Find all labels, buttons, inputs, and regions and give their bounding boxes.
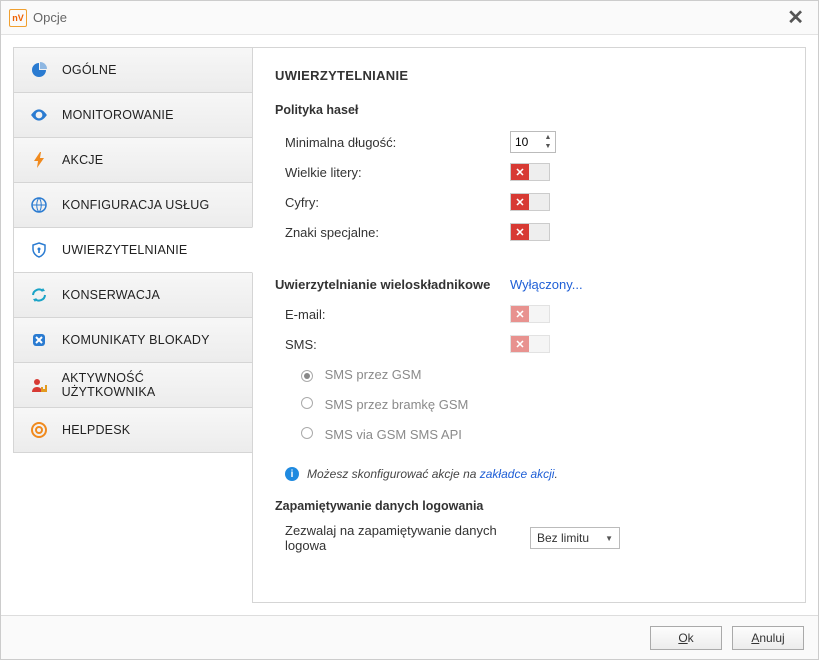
options-dialog: nV Opcje ✕ OGÓLNE MONITOROWANIE	[0, 0, 819, 660]
cycle-icon	[28, 284, 50, 306]
radio-sms-gsm: SMS przez GSM	[275, 367, 510, 382]
sidebar-item-label: UWIERZYTELNIANIE	[62, 243, 187, 257]
sidebar-item-label: AKCJE	[62, 153, 103, 167]
section-mfa: Uwierzytelnianie wieloskładnikowe	[275, 277, 510, 292]
toggle-uppercase[interactable]: ✕	[510, 163, 550, 181]
radio-icon	[301, 370, 313, 382]
mfa-status-link[interactable]: Wyłączony...	[510, 277, 583, 292]
sidebar-item-authentication[interactable]: UWIERZYTELNIANIE	[13, 227, 253, 273]
dropdown-selected: Bez limitu	[537, 531, 589, 545]
label-uppercase: Wielkie litery:	[275, 165, 510, 180]
remember-dropdown[interactable]: Bez limitu ▼	[530, 527, 620, 549]
info-note: i Możesz skonfigurować akcje na zakładce…	[275, 467, 783, 481]
cancel-button[interactable]: Anuluj	[732, 626, 804, 650]
radio-label: SMS przez bramkę GSM	[325, 397, 469, 412]
label-digits: Cyfry:	[275, 195, 510, 210]
globe-icon	[28, 194, 50, 216]
toggle-email: ✕	[510, 305, 550, 323]
radio-icon	[301, 427, 313, 439]
label-remember-allow: Zezwalaj na zapamiętywanie danych logowa	[275, 523, 530, 553]
sidebar-item-general[interactable]: OGÓLNE	[13, 47, 253, 93]
title-bar: nV Opcje ✕	[1, 1, 818, 35]
lifebuoy-icon	[28, 419, 50, 441]
sidebar-item-monitoring[interactable]: MONITOROWANIE	[13, 92, 253, 138]
bolt-icon	[28, 149, 50, 171]
radio-label: SMS przez GSM	[325, 367, 422, 382]
sidebar-item-service-config[interactable]: KONFIGURACJA USŁUG	[13, 182, 253, 228]
spinner-down-icon[interactable]: ▼	[541, 142, 555, 151]
block-icon	[28, 329, 50, 351]
sidebar: OGÓLNE MONITOROWANIE AKCJE KONFIGURACJA …	[13, 47, 253, 603]
section-password-policy: Polityka haseł	[275, 103, 783, 117]
radio-label: SMS via GSM SMS API	[325, 427, 462, 442]
label-email: E-mail:	[275, 307, 510, 322]
sidebar-item-block-messages[interactable]: KOMUNIKATY BLOKADY	[13, 317, 253, 363]
ok-button[interactable]: Ok	[650, 626, 722, 650]
sidebar-item-label: OGÓLNE	[62, 63, 117, 77]
min-length-input[interactable]	[511, 132, 541, 152]
chevron-down-icon: ▼	[605, 534, 613, 543]
info-text-prefix: Możesz skonfigurować akcje na	[307, 467, 480, 481]
sidebar-item-maintenance[interactable]: KONSERWACJA	[13, 272, 253, 318]
info-text-suffix: .	[554, 467, 557, 481]
sidebar-item-label: KOMUNIKATY BLOKADY	[62, 333, 210, 347]
close-icon[interactable]: ✕	[781, 5, 810, 30]
sidebar-item-label: KONSERWACJA	[62, 288, 160, 302]
app-logo-icon: nV	[9, 9, 27, 27]
radio-sms-api: SMS via GSM SMS API	[275, 427, 510, 442]
sidebar-item-actions[interactable]: AKCJE	[13, 137, 253, 183]
shield-icon	[28, 239, 50, 261]
sidebar-item-helpdesk[interactable]: HELPDESK	[13, 407, 253, 453]
window-title: Opcje	[33, 10, 67, 25]
x-icon: ✕	[511, 194, 529, 210]
sidebar-item-label: HELPDESK	[62, 423, 130, 437]
x-icon: ✕	[511, 224, 529, 240]
x-icon: ✕	[511, 306, 529, 322]
radio-sms-gateway: SMS przez bramkę GSM	[275, 397, 510, 412]
dialog-footer: Ok Anuluj	[1, 615, 818, 659]
content-panel: UWIERZYTELNIANIE Polityka haseł Minimaln…	[252, 47, 806, 603]
min-length-spinner[interactable]: ▲ ▼	[510, 131, 556, 153]
toggle-sms: ✕	[510, 335, 550, 353]
x-icon: ✕	[511, 336, 529, 352]
label-special: Znaki specjalne:	[275, 225, 510, 240]
toggle-digits[interactable]: ✕	[510, 193, 550, 211]
sidebar-item-label: MONITOROWANIE	[62, 108, 174, 122]
sidebar-item-user-activity[interactable]: AKTYWNOŚĆ UŻYTKOWNIKA	[13, 362, 253, 408]
user-icon	[28, 374, 50, 396]
spinner-up-icon[interactable]: ▲	[541, 133, 555, 142]
label-sms: SMS:	[275, 337, 510, 352]
page-heading: UWIERZYTELNIANIE	[275, 68, 783, 83]
actions-tab-link[interactable]: zakładce akcji	[480, 467, 555, 481]
sidebar-item-label: KONFIGURACJA USŁUG	[62, 198, 209, 212]
info-icon: i	[285, 467, 299, 481]
section-remember: Zapamiętywanie danych logowania	[275, 499, 783, 513]
pie-icon	[28, 59, 50, 81]
toggle-special[interactable]: ✕	[510, 223, 550, 241]
eye-icon	[28, 104, 50, 126]
x-icon: ✕	[511, 164, 529, 180]
sidebar-item-label: AKTYWNOŚĆ UŻYTKOWNIKA	[62, 371, 238, 399]
label-min-length: Minimalna długość:	[275, 135, 510, 150]
radio-icon	[301, 397, 313, 409]
